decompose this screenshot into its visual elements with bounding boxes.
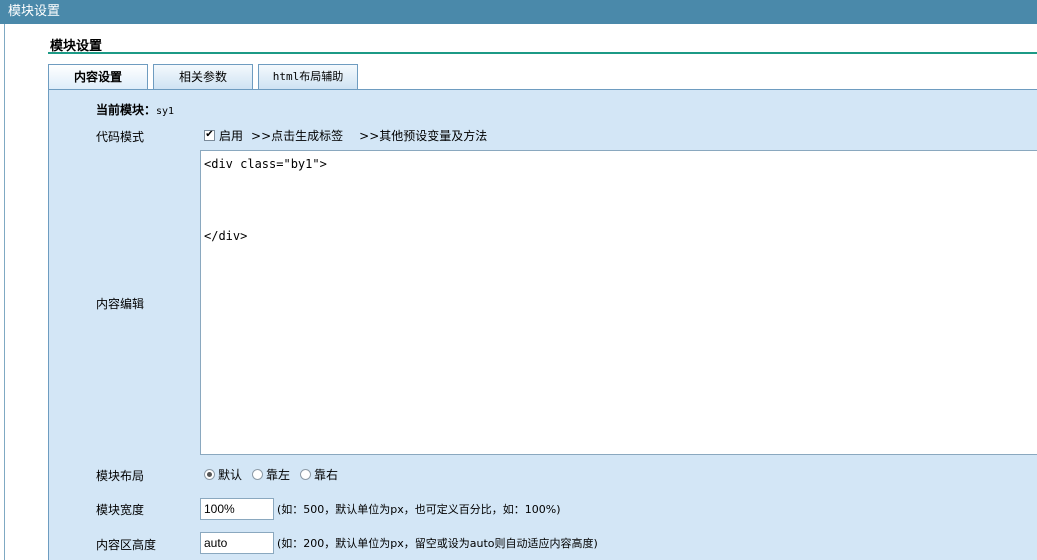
radio-empty-icon[interactable] (300, 469, 312, 480)
width-label: 模块宽度 (96, 503, 145, 517)
content-edit-label: 内容编辑 (96, 297, 145, 311)
layout-label: 模块布局 (96, 469, 145, 483)
layout-option-left-label[interactable]: 靠左 (266, 466, 290, 483)
width-input[interactable] (200, 498, 274, 520)
width-hint: (如：500，默认单位为px，也可定义百分比，如：100%) (277, 503, 561, 516)
layout-option-default[interactable]: 默认 (204, 466, 242, 483)
content-editor[interactable]: <div class="by1"> </div> (200, 150, 1037, 455)
tab-related-params[interactable]: 相关参数 (153, 64, 253, 89)
radio-empty-icon[interactable] (252, 469, 264, 480)
code-mode-row: ✔ 启用 >>点击生成标签 >>其他预设变量及方法 (204, 127, 487, 143)
enable-checkbox[interactable]: ✔ (204, 129, 215, 141)
current-module-value: sy1 (156, 106, 175, 117)
layout-option-left[interactable]: 靠左 (252, 466, 290, 483)
window-title: 模块设置 (0, 0, 1037, 24)
preset-variables-link[interactable]: >>其他预设变量及方法 (359, 127, 487, 144)
layout-radio-group: 默认 靠左 靠右 (204, 466, 348, 483)
section-divider (48, 52, 1037, 54)
layout-option-default-label[interactable]: 默认 (218, 466, 242, 483)
radio-selected-icon[interactable] (204, 469, 215, 480)
current-module: 当前模块：sy1 (96, 101, 174, 118)
tab-html-layout-helper[interactable]: html布局辅助 (258, 64, 358, 89)
height-label: 内容区高度 (96, 538, 157, 552)
height-hint: (如：200，默认单位为px，留空或设为auto则自动适应内容高度) (277, 537, 598, 550)
generate-tag-link[interactable]: >>点击生成标签 (251, 127, 343, 144)
tab-content-settings[interactable]: 内容设置 (48, 64, 148, 90)
layout-option-right-label[interactable]: 靠右 (314, 466, 338, 483)
code-mode-label: 代码模式 (96, 130, 145, 144)
height-input[interactable] (200, 532, 274, 554)
frame-border (4, 24, 5, 560)
current-module-label: 当前模块： (96, 103, 157, 117)
enable-checkbox-label[interactable]: 启用 (219, 127, 243, 144)
layout-option-right[interactable]: 靠右 (300, 466, 338, 483)
